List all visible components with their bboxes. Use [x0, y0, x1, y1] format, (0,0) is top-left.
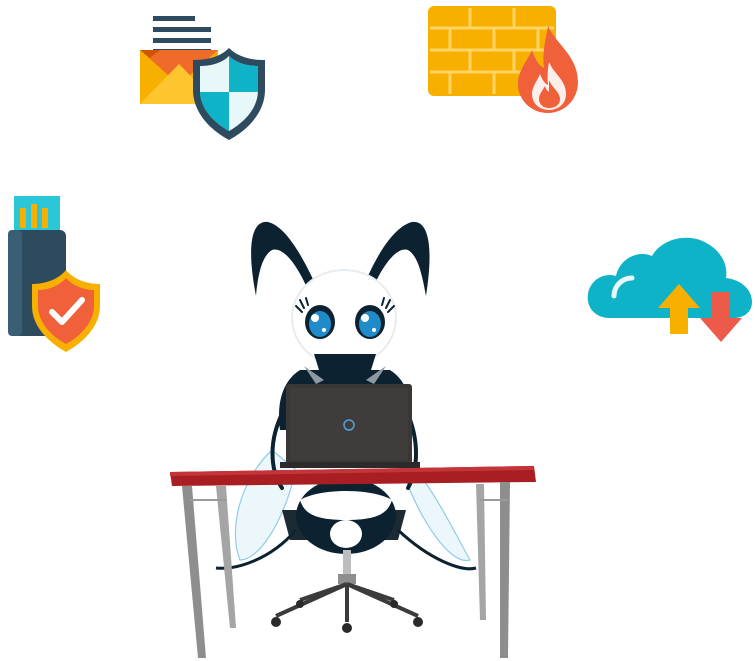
laptop	[280, 384, 420, 468]
secure-mail-icon	[140, 16, 265, 140]
illustration-scene	[0, 0, 755, 661]
ant-abdomen	[296, 478, 396, 554]
firewall-icon	[428, 6, 578, 113]
scene-svg	[8, 6, 752, 658]
office-chair	[271, 550, 423, 633]
cloud-sync-icon	[587, 237, 752, 342]
secure-usb-icon	[8, 196, 100, 352]
ant-mascot-at-desk	[170, 221, 536, 658]
